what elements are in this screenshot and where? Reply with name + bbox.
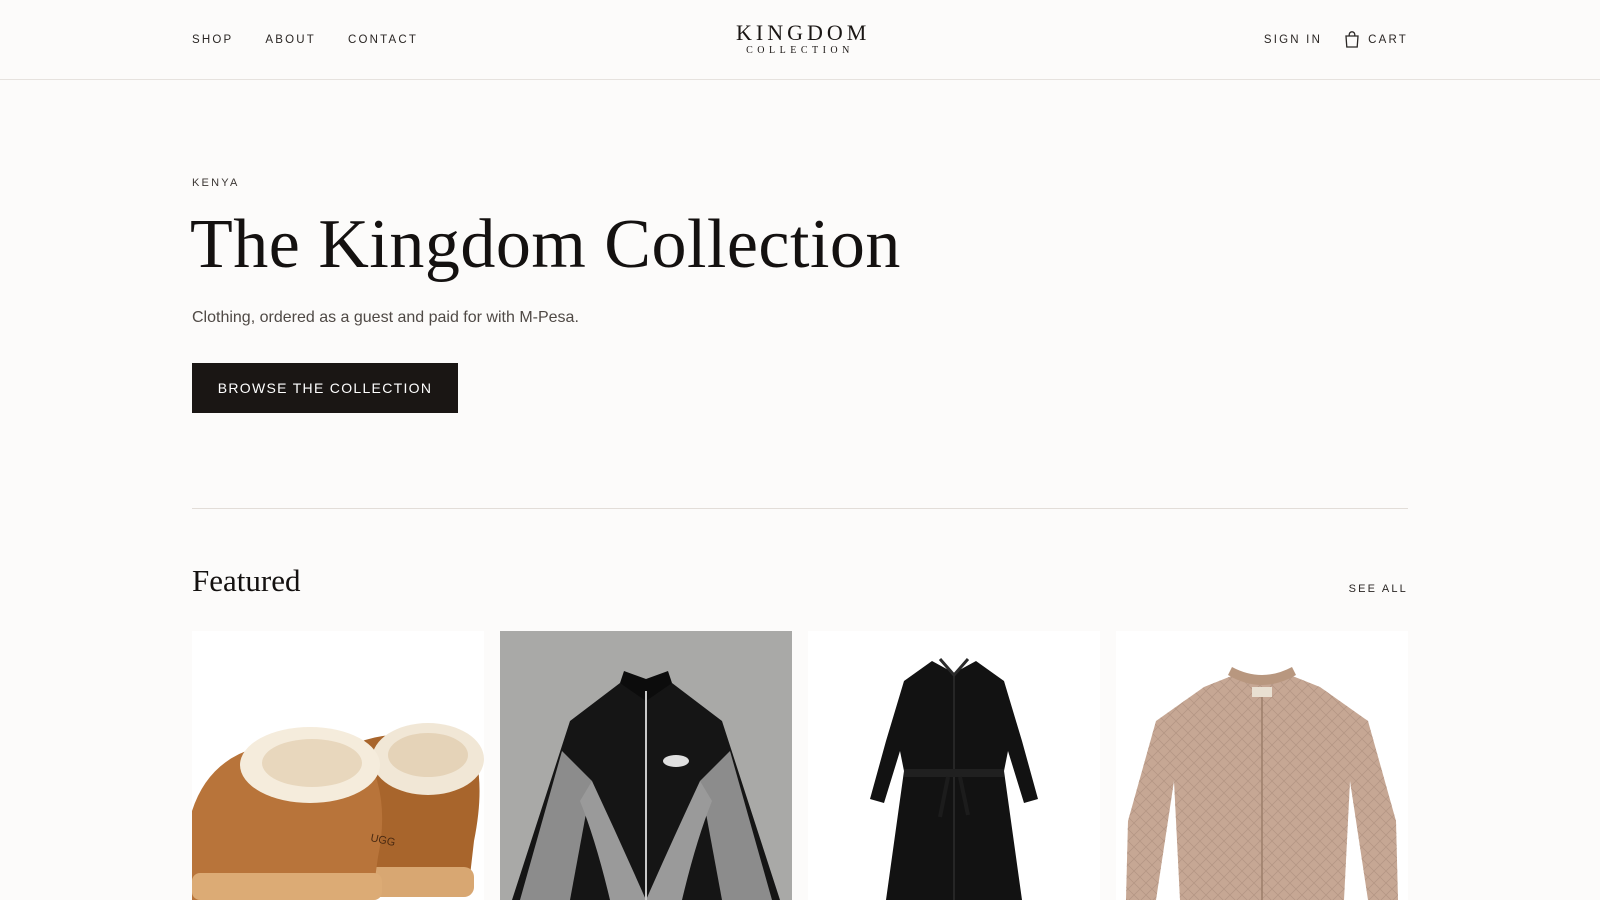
brand-logo[interactable]: KINGDOM COLLECTION [736,20,871,57]
see-all-link[interactable]: SEE ALL [1349,583,1408,595]
beige-quilted-bomber-jacket-image [1116,631,1408,900]
logo-subline: COLLECTION [746,45,854,56]
cart-link[interactable]: CART [1344,31,1408,48]
primary-nav: SHOP ABOUT CONTACT [192,33,418,47]
product-card[interactable] [808,631,1100,900]
shopping-bag-icon [1344,31,1360,48]
section-divider [192,508,1408,509]
hero-eyebrow: KENYA [192,177,240,189]
account-nav: SIGN IN CART [1264,31,1408,48]
browse-collection-button[interactable]: BROWSE THE COLLECTION [192,363,458,413]
product-card[interactable] [1116,631,1408,900]
black-shirt-dress-image [808,631,1100,900]
product-card[interactable] [500,631,792,900]
featured-products-grid: UGG [192,631,1408,900]
sign-in-link[interactable]: SIGN IN [1264,33,1322,47]
cart-label: CART [1368,33,1408,46]
nav-about-link[interactable]: ABOUT [265,33,316,47]
hero-title: The Kingdom Collection [190,206,901,283]
hero-subtitle: Clothing, ordered as a guest and paid fo… [192,309,579,326]
nav-contact-link[interactable]: CONTACT [348,33,418,47]
nav-shop-link[interactable]: SHOP [192,33,233,47]
featured-heading: Featured [192,563,301,598]
logo-wordmark: KINGDOM [736,20,871,45]
chestnut-platform-slippers-image: UGG [192,631,484,900]
product-card[interactable]: UGG [192,631,484,900]
black-grey-track-jacket-image [500,631,792,900]
site-header: SHOP ABOUT CONTACT KINGDOM COLLECTION SI… [0,0,1600,80]
